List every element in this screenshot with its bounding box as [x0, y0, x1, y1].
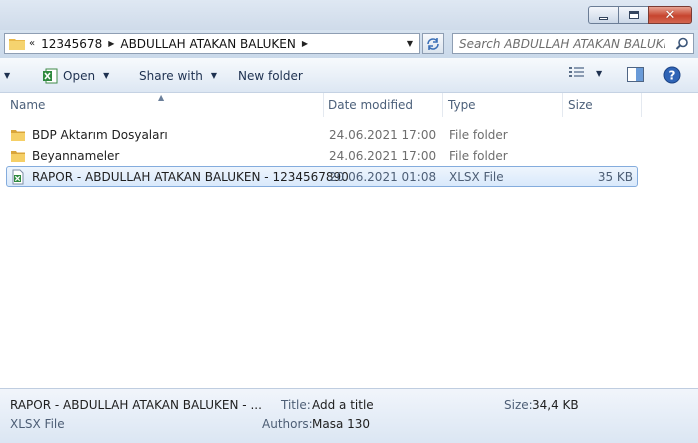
details-size-label: Size:	[504, 398, 533, 412]
minimize-icon	[599, 16, 608, 20]
svg-text:?: ?	[669, 69, 676, 83]
folder-icon	[9, 38, 25, 50]
maximize-button[interactable]	[618, 6, 648, 24]
excel-file-icon	[12, 169, 24, 184]
details-file-name: RAPOR - ABDULLAH ATAKAN BALUKEN - ...	[10, 398, 262, 412]
details-authors-value[interactable]: Masa 130	[312, 417, 370, 431]
column-headers: ▲ Name Date modified Type Size	[0, 93, 698, 117]
help-icon: ?	[663, 66, 681, 84]
list-item-selected-file[interactable]: RAPOR - ABDULLAH ATAKAN BALUKEN - 123456…	[6, 166, 638, 187]
list-item-folder[interactable]: Beyannameler 24.06.2021 17:00 File folde…	[6, 145, 638, 166]
search-icon[interactable]	[675, 37, 689, 51]
folder-icon	[11, 150, 25, 162]
open-button[interactable]: Open ▼	[42, 58, 109, 93]
file-list[interactable]: BDP Aktarım Dosyaları 24.06.2021 17:00 F…	[0, 117, 698, 388]
file-date: 20.06.2021 01:08	[329, 169, 437, 184]
chevron-down-icon[interactable]: ▼	[211, 71, 217, 80]
file-name: RAPOR - ABDULLAH ATAKAN BALUKEN - 123456…	[32, 169, 349, 184]
breadcrumb-separator-icon[interactable]: ▶	[302, 39, 308, 48]
folder-icon	[11, 129, 25, 141]
preview-pane-icon	[627, 67, 644, 82]
new-folder-button[interactable]: New folder	[238, 58, 303, 93]
details-title-label: Title:	[281, 398, 311, 412]
address-history-dropdown-icon[interactable]: ▼	[403, 34, 417, 53]
new-folder-label: New folder	[238, 68, 303, 83]
file-type: File folder	[449, 148, 508, 163]
chevron-down-icon[interactable]: ▼	[596, 69, 602, 78]
window-title-bar[interactable]: ✕	[0, 0, 698, 30]
breadcrumb-separator-icon[interactable]: ▶	[108, 39, 114, 48]
search-box[interactable]	[452, 33, 694, 54]
navigation-bar: « 12345678 ▶ ABDULLAH ATAKAN BALUKEN ▶ ▼	[0, 30, 698, 58]
column-header-name[interactable]: Name	[6, 93, 324, 117]
list-item-folder[interactable]: BDP Aktarım Dosyaları 24.06.2021 17:00 F…	[6, 124, 638, 145]
file-type: File folder	[449, 127, 508, 142]
column-header-type[interactable]: Type	[444, 93, 563, 117]
address-bar[interactable]: « 12345678 ▶ ABDULLAH ATAKAN BALUKEN ▶ ▼	[4, 33, 420, 54]
search-input[interactable]	[453, 36, 665, 51]
file-date: 24.06.2021 17:00	[329, 148, 437, 163]
view-list-icon	[569, 67, 584, 77]
close-button[interactable]: ✕	[648, 6, 692, 24]
file-type: XLSX File	[449, 169, 504, 184]
file-name: Beyannameler	[32, 148, 120, 163]
change-view-button[interactable]: ▼	[568, 66, 602, 80]
breadcrumb-item-current-folder[interactable]: ABDULLAH ATAKAN BALUKEN	[120, 37, 295, 51]
command-toolbar: ▼ Open ▼ Share with ▼ New folder ▼ ?	[0, 58, 698, 93]
close-icon: ✕	[664, 7, 676, 23]
details-pane: RAPOR - ABDULLAH ATAKAN BALUKEN - ... XL…	[0, 388, 698, 443]
refresh-icon	[427, 37, 439, 50]
details-title-value[interactable]: Add a title	[312, 398, 374, 412]
excel-icon	[43, 68, 58, 83]
details-size-value: 34,4 KB	[532, 398, 579, 412]
help-button[interactable]: ?	[663, 66, 681, 87]
file-name: BDP Aktarım Dosyaları	[32, 127, 168, 142]
file-size: 35 KB	[597, 169, 633, 184]
details-authors-label: Authors:	[262, 417, 313, 431]
preview-pane-button[interactable]	[627, 67, 644, 85]
share-with-button[interactable]: Share with ▼	[139, 58, 217, 93]
file-date: 24.06.2021 17:00	[329, 127, 437, 142]
window-controls: ✕	[588, 6, 692, 24]
details-file-type: XLSX File	[10, 417, 65, 431]
maximize-icon	[628, 11, 639, 19]
chevron-down-icon[interactable]: ▼	[103, 71, 109, 80]
open-label: Open	[63, 68, 96, 83]
column-header-date-modified[interactable]: Date modified	[324, 93, 443, 117]
address-overflow-chevron[interactable]: «	[29, 38, 35, 49]
refresh-button[interactable]	[422, 33, 444, 54]
minimize-button[interactable]	[588, 6, 618, 24]
share-with-label: Share with	[139, 68, 203, 83]
organize-dropdown-icon[interactable]: ▼	[4, 58, 10, 93]
column-header-size[interactable]: Size	[564, 93, 642, 117]
breadcrumb-item-12345678[interactable]: 12345678	[41, 37, 102, 51]
